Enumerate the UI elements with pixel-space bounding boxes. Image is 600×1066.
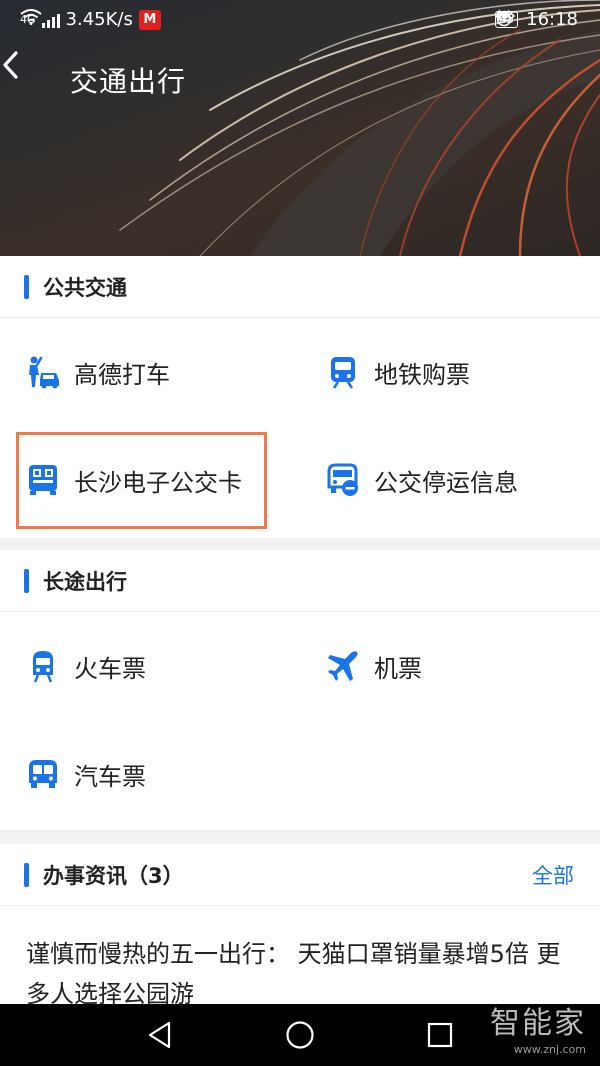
service-bus-suspension-info[interactable]: 公交停运信息 — [300, 426, 600, 534]
long-distance-section: 长途出行 火车票 机票 汽车票 — [0, 550, 600, 830]
service-label: 长沙电子公交卡 — [74, 468, 242, 497]
back-arrow-icon — [3, 51, 18, 79]
watermark-url: www.znj.com — [513, 1043, 586, 1056]
service-gaode-taxi[interactable]: 高德打车 — [0, 318, 300, 426]
bus-qr-icon — [26, 463, 60, 497]
section-header: 长途出行 — [0, 550, 600, 612]
network-speed: 3.45K/s — [65, 9, 133, 30]
coach-icon — [26, 757, 60, 791]
header-banner: 4G 3.45K/s M 85 16:18 交通出行 — [0, 0, 600, 256]
status-bar: 4G 3.45K/s M 85 16:18 — [0, 0, 600, 40]
nav-home-button[interactable] — [270, 1005, 330, 1065]
watermark-brand: 智能家 — [490, 1006, 586, 1041]
section-title: 办事资讯（3） — [43, 863, 184, 888]
cell-signal-icon — [41, 12, 60, 28]
section-accent-bar — [24, 862, 29, 887]
section-title: 长途出行 — [43, 569, 127, 594]
section-header: 公共交通 — [0, 256, 600, 318]
service-label: 汽车票 — [74, 762, 146, 791]
section-header: 办事资讯（3） 全部 — [0, 844, 600, 906]
back-button[interactable] — [0, 50, 70, 110]
taxi-hail-icon — [26, 355, 60, 389]
service-coach-ticket[interactable]: 汽车票 — [0, 720, 300, 828]
title-bar: 交通出行 — [0, 50, 600, 110]
service-label: 高德打车 — [74, 360, 170, 389]
nav-home-icon — [286, 1021, 314, 1049]
view-all-link[interactable]: 全部 — [532, 860, 574, 890]
nav-recents-button[interactable] — [410, 1005, 470, 1065]
plane-icon — [326, 649, 360, 683]
news-item[interactable]: 谨慎而慢热的五一出行： 天猫口罩销量暴增5倍 更多人选择公园游 — [0, 906, 600, 1014]
bus-stop-info-icon — [326, 463, 360, 497]
page-title: 交通出行 — [70, 65, 187, 98]
wifi-icon — [20, 9, 42, 25]
service-air-ticket[interactable]: 机票 — [300, 612, 600, 720]
clock: 16:18 — [526, 9, 578, 30]
news-section: 办事资讯（3） 全部 谨慎而慢热的五一出行： 天猫口罩销量暴增5倍 更多人选择公… — [0, 844, 600, 1008]
service-label: 机票 — [374, 654, 422, 683]
section-accent-bar — [24, 274, 29, 299]
charging-icon — [494, 9, 503, 23]
nav-back-button[interactable] — [130, 1005, 190, 1065]
section-accent-bar — [24, 568, 29, 593]
service-label: 公交停运信息 — [374, 468, 518, 497]
section-title: 公共交通 — [43, 275, 127, 300]
service-metro-ticket[interactable]: 地铁购票 — [300, 318, 600, 426]
watermark: 智能家 www.znj.com — [490, 1004, 586, 1056]
service-changsha-bus-card[interactable]: 长沙电子公交卡 — [0, 426, 300, 534]
service-train-ticket[interactable]: 火车票 — [0, 612, 300, 720]
service-label: 火车票 — [74, 654, 146, 683]
nav-back-icon — [148, 1021, 171, 1049]
nav-recents-icon — [427, 1022, 453, 1048]
public-transport-section: 公共交通 高德打车 地铁购票 长沙电子公交卡 公交停运信息 — [0, 256, 600, 538]
app-notification-icon: M — [138, 9, 161, 30]
service-label: 地铁购票 — [374, 360, 470, 389]
train-icon — [26, 649, 60, 683]
metro-icon — [326, 355, 360, 389]
